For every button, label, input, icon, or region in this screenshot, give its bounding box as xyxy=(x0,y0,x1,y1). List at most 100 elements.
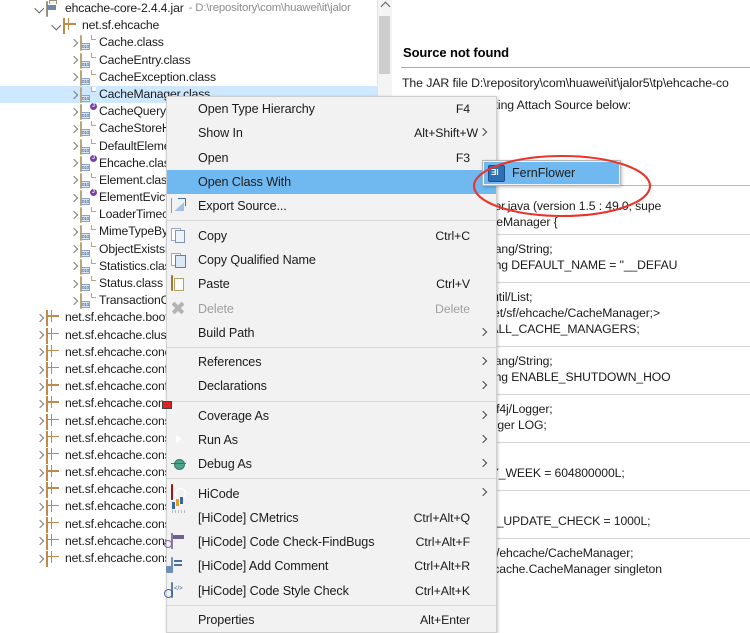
expand-arrow-icon[interactable] xyxy=(35,516,46,533)
menu-item-hicode-code-check-findbugs[interactable]: [HiCode] Code Check-FindBugsCtrl+Alt+F xyxy=(167,530,496,554)
menu-item-shortcut: Ctrl+Alt+F xyxy=(416,535,470,549)
expand-arrow-icon[interactable] xyxy=(35,378,46,395)
menu-separator xyxy=(167,605,496,606)
tree-item-class[interactable]: CacheException.class xyxy=(0,69,392,86)
add-comment-icon xyxy=(171,558,187,574)
open-class-with-submenu[interactable]: FernFlower xyxy=(482,160,621,186)
expand-arrow-icon[interactable] xyxy=(35,464,46,481)
expand-arrow-icon[interactable] xyxy=(35,0,46,17)
menu-item-run-as[interactable]: Run As xyxy=(167,428,496,452)
menu-separator xyxy=(167,478,496,479)
expand-arrow-icon[interactable] xyxy=(35,344,46,361)
menu-item-coverage-as[interactable]: Coverage As xyxy=(167,404,496,428)
tree-item-label: Status.class xyxy=(99,275,163,292)
tree-item-label: net.sf.ehcache.config xyxy=(65,361,177,378)
menu-item-copy-qualified-name[interactable]: Copy Qualified Name xyxy=(167,248,496,272)
expand-arrow-icon[interactable] xyxy=(52,17,63,34)
expand-arrow-icon[interactable] xyxy=(35,309,46,326)
menu-item-build-path[interactable]: Build Path xyxy=(167,321,496,345)
package-icon xyxy=(46,379,62,394)
package-icon xyxy=(46,310,62,325)
package-icon xyxy=(46,431,62,446)
menu-item-label: Open Class With xyxy=(198,175,291,189)
expand-arrow-icon[interactable] xyxy=(35,533,46,550)
expand-arrow-icon[interactable] xyxy=(69,172,80,189)
chevron-right-icon xyxy=(479,381,487,389)
expand-arrow-icon[interactable] xyxy=(69,86,80,103)
expand-arrow-icon[interactable] xyxy=(35,499,46,516)
tree-item-label: net.sf.ehcache.cluster xyxy=(65,327,180,344)
class-file-icon: J xyxy=(80,156,96,171)
expand-arrow-icon[interactable] xyxy=(35,481,46,498)
submenu-item-fernflower[interactable]: FernFlower xyxy=(484,162,619,184)
expand-arrow-icon[interactable] xyxy=(35,327,46,344)
package-icon xyxy=(46,362,62,377)
copy-icon xyxy=(171,227,187,243)
menu-item-show-in[interactable]: Show InAlt+Shift+W xyxy=(167,121,496,145)
expand-arrow-icon[interactable] xyxy=(69,34,80,51)
menu-item-declarations[interactable]: Declarations xyxy=(167,374,496,398)
menu-item-label: Debug As xyxy=(198,457,252,471)
tree-item-jar-root[interactable]: ehcache-core-2.4.4.jar - D:\repository\c… xyxy=(0,0,392,17)
expand-arrow-icon[interactable] xyxy=(35,413,46,430)
expand-arrow-icon[interactable] xyxy=(69,258,80,275)
expand-arrow-icon[interactable] xyxy=(69,206,80,223)
expand-arrow-icon[interactable] xyxy=(35,361,46,378)
chevron-right-icon xyxy=(479,435,487,443)
expand-arrow-icon[interactable] xyxy=(69,155,80,172)
context-menu[interactable]: Open Type HierarchyF4Show InAlt+Shift+WO… xyxy=(166,96,497,633)
expand-arrow-icon[interactable] xyxy=(69,275,80,292)
class-file-icon xyxy=(80,259,96,274)
menu-item-open[interactable]: OpenF3 xyxy=(167,146,496,170)
menu-item-shortcut: Ctrl+Alt+R xyxy=(414,559,470,573)
menu-item-paste[interactable]: PasteCtrl+V xyxy=(167,272,496,296)
expand-arrow-icon[interactable] xyxy=(69,120,80,137)
menu-item-hicode-code-style-check[interactable]: [HiCode] Code Style CheckCtrl+Alt+K xyxy=(167,579,496,603)
expand-arrow-icon[interactable] xyxy=(35,430,46,447)
source-paragraph-1: The JAR file D:\repository\com\huawei\it… xyxy=(402,76,729,90)
menu-item-label: HiCode xyxy=(198,487,239,501)
menu-item-properties[interactable]: PropertiesAlt+Enter xyxy=(167,608,496,632)
menu-item-export-source[interactable]: Export Source... xyxy=(167,194,496,218)
tree-item-label: CacheEntry.class xyxy=(99,52,191,69)
expand-arrow-icon[interactable] xyxy=(69,189,80,206)
menu-item-label: Delete xyxy=(198,302,234,316)
tree-item-class[interactable]: CacheEntry.class xyxy=(0,52,392,69)
expand-arrow-icon[interactable] xyxy=(69,69,80,86)
expand-arrow-icon[interactable] xyxy=(35,550,46,567)
coverage-icon xyxy=(171,408,187,424)
menu-item-label: Run As xyxy=(198,433,238,447)
menu-item-shortcut: Alt+Enter xyxy=(420,613,470,627)
class-file-icon xyxy=(80,53,96,68)
menu-item-hicode[interactable]: HiCode xyxy=(167,481,496,505)
chevron-right-icon xyxy=(479,357,487,365)
package-icon xyxy=(46,465,62,480)
expand-arrow-icon[interactable] xyxy=(69,292,80,309)
menu-item-copy[interactable]: CopyCtrl+C xyxy=(167,223,496,247)
expand-arrow-icon[interactable] xyxy=(69,103,80,120)
expand-arrow-icon[interactable] xyxy=(69,138,80,155)
tree-item-label: CacheException.class xyxy=(99,69,216,86)
package-icon xyxy=(46,517,62,532)
expand-arrow-icon[interactable] xyxy=(69,52,80,69)
tree-item-label: net.sf.ehcache xyxy=(82,17,159,34)
scrollbar-thumb[interactable] xyxy=(379,16,390,74)
metrics-icon xyxy=(171,510,187,526)
package-icon xyxy=(46,396,62,411)
menu-item-debug-as[interactable]: Debug As xyxy=(167,452,496,476)
menu-item-hicode-cmetrics[interactable]: [HiCode] CMetricsCtrl+Alt+Q xyxy=(167,506,496,530)
menu-item-hicode-add-comment[interactable]: [HiCode] Add CommentCtrl+Alt+R xyxy=(167,554,496,578)
expand-arrow-icon[interactable] xyxy=(69,241,80,258)
menu-item-open-type-hierarchy[interactable]: Open Type HierarchyF4 xyxy=(167,97,496,121)
menu-item-open-class-with[interactable]: Open Class With xyxy=(167,170,496,194)
scroll-up-icon[interactable] xyxy=(381,2,391,12)
fernflower-icon xyxy=(488,165,505,182)
menu-item-references[interactable]: References xyxy=(167,350,496,374)
chevron-right-icon xyxy=(479,128,487,136)
expand-arrow-icon[interactable] xyxy=(69,224,80,241)
menu-separator xyxy=(167,220,496,221)
expand-arrow-icon[interactable] xyxy=(35,395,46,412)
tree-item-package-root[interactable]: net.sf.ehcache xyxy=(0,17,392,34)
tree-item-class[interactable]: Cache.class xyxy=(0,34,392,51)
expand-arrow-icon[interactable] xyxy=(35,447,46,464)
